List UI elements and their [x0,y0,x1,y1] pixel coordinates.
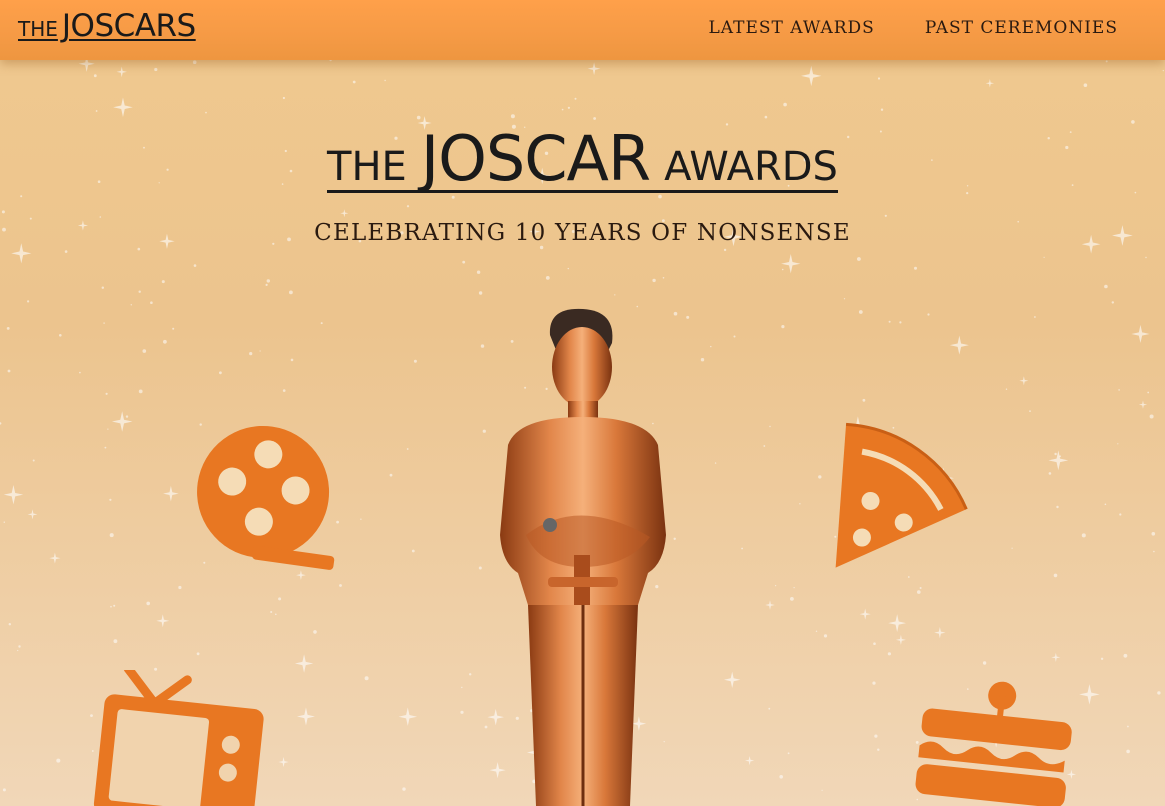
hero-subtitle: CELEBRATING 10 YEARS OF NONSENSE [314,220,851,246]
tv-icon [93,670,264,806]
title-awards: AWARDS [664,144,838,190]
nav-links: LATEST AWARDS PAST CEREMONIES [708,18,1118,38]
title-joscar: JOSCAR [420,122,651,195]
logo-joscars: JOSCARS [61,8,196,44]
top-navbar: THE JOSCARS LATEST AWARDS PAST CEREMONIE… [0,0,1165,60]
page-title: THE JOSCAR AWARDS [0,128,1165,193]
nav-link-latest-awards[interactable]: LATEST AWARDS [708,18,874,38]
pizza-slice-icon [835,422,968,568]
film-reel-icon [197,425,335,570]
sandwich-icon [915,681,1072,806]
joscar-statue-image [500,308,666,806]
logo-the: THE [18,17,58,41]
nav-link-past-ceremonies[interactable]: PAST CEREMONIES [925,18,1118,38]
title-the: THE [327,144,407,190]
site-logo[interactable]: THE JOSCARS [18,8,196,44]
